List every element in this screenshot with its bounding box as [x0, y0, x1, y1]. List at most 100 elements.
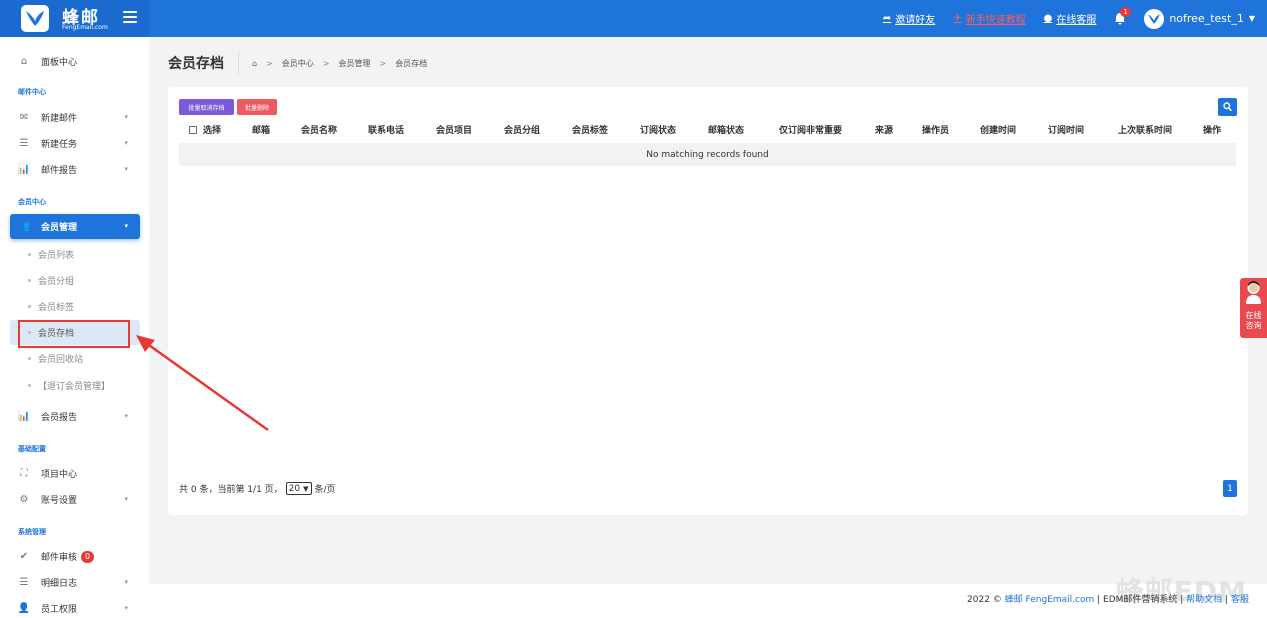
home-icon: ⌂: [20, 56, 28, 67]
sidebar-item-member-mgmt[interactable]: 👥 会员管理 ▾: [10, 214, 140, 239]
sidebar-item-detail-log[interactable]: ☰ 明细日志 ▾: [10, 570, 140, 595]
batch-unarchive-button[interactable]: 批量取消存档: [179, 99, 234, 115]
breadcrumb-item[interactable]: 会员管理: [338, 58, 370, 69]
username: nofree_test_1: [1169, 12, 1244, 25]
page-size-select[interactable]: 20 ▼: [285, 482, 312, 495]
gears-icon: ⚙: [19, 494, 29, 505]
agent-avatar-icon: [1246, 281, 1261, 304]
chevron-down-icon: ▾: [124, 113, 128, 121]
sidebar-item-new-task[interactable]: ☰ 新建任务 ▾: [10, 131, 140, 156]
page-number-button[interactable]: 1: [1223, 480, 1237, 497]
archive-card: 批量取消存档 批量删除 选择 邮箱 会员名称 联系电话 会员项目 会员分组 会员…: [168, 87, 1248, 515]
footer-help-link[interactable]: 帮助文档: [1186, 595, 1222, 605]
chart-icon: 📊: [17, 164, 31, 175]
top-bar: 蜂邮 FengEmail.com ➦ 邀请好友 ✈ 新手快速教程 ● 在线客服 1 n…: [0, 0, 1267, 37]
footer-text: 2022 © 蜂邮 FengEmail.com | EDM邮件营销系统 | 帮助…: [967, 595, 1249, 605]
column-header[interactable]: 仅订阅非常重要: [779, 123, 842, 136]
sidebar-sub-unsub-mgmt[interactable]: 【退订会员管理】: [28, 379, 110, 392]
chevron-down-icon: ▾: [124, 165, 128, 173]
column-header[interactable]: 操作员: [922, 123, 949, 136]
column-header[interactable]: 订阅时间: [1048, 123, 1084, 136]
highlight-box: [18, 320, 130, 348]
column-header[interactable]: 会员名称: [301, 123, 337, 136]
menu-toggle-icon[interactable]: [123, 11, 137, 23]
list-icon: ☰: [19, 577, 29, 588]
page-header: 会员存档 ⌂ > 会员中心 > 会员管理 > 会员存档: [168, 48, 427, 78]
sidebar-item-mail-review[interactable]: ✔ 邮件审核 0: [10, 544, 140, 569]
user-icon: ●: [1043, 13, 1053, 24]
column-header[interactable]: 操作: [1203, 123, 1221, 136]
select-all-checkbox[interactable]: [189, 126, 197, 134]
online-support-link[interactable]: ● 在线客服: [1044, 11, 1097, 26]
column-header[interactable]: 创建时间: [980, 123, 1016, 136]
notification-badge: 1: [1120, 7, 1131, 17]
chevron-down-icon: ▾: [124, 495, 128, 503]
pagination-info: 共 0 条，当前第 1/1 页， 20 ▼ 条/页: [179, 482, 336, 495]
user-menu[interactable]: nofree_test_1 ▼: [1144, 8, 1255, 29]
chevron-down-icon: ▾: [124, 604, 128, 612]
tutorial-link[interactable]: ✈ 新手快速教程: [953, 11, 1025, 26]
notification-bell-icon[interactable]: 1: [1114, 7, 1131, 25]
avatar: [1144, 8, 1165, 29]
sidebar-group-mail: 邮件中心: [18, 88, 46, 96]
list-icon: ☰: [19, 138, 29, 149]
column-header[interactable]: 联系电话: [368, 123, 404, 136]
select-all-header[interactable]: 选择: [189, 123, 221, 136]
sidebar-item-new-mail[interactable]: ✉ 新建邮件 ▾: [10, 105, 140, 130]
column-header[interactable]: 会员标签: [572, 123, 608, 136]
breadcrumb-item: 会员存档: [395, 58, 428, 68]
annotation-arrow-icon: [136, 335, 269, 432]
sidebar-sub-member-tag[interactable]: 会员标签: [28, 300, 74, 313]
footer-service-link[interactable]: 客服: [1231, 595, 1249, 605]
check-double-icon: ✔: [19, 551, 29, 562]
column-header[interactable]: 邮箱状态: [708, 123, 744, 136]
chart-icon: 📊: [17, 411, 31, 422]
sidebar-item-staff-perm[interactable]: 👤 员工权限 ▾: [10, 596, 140, 618]
breadcrumb-item[interactable]: 会员中心: [282, 58, 314, 69]
users-icon: 👥: [17, 221, 31, 232]
sitemap-icon: ⛶: [20, 468, 28, 479]
sidebar-item-dashboard[interactable]: ⌂ 面板中心: [10, 49, 140, 74]
column-header[interactable]: 会员分组: [504, 123, 540, 136]
column-header[interactable]: 邮箱: [252, 123, 270, 136]
caret-down-icon: ▼: [1248, 14, 1255, 23]
envelope-icon: ✉: [19, 112, 29, 123]
share-icon: ➦: [882, 13, 892, 24]
sidebar-item-mail-report[interactable]: 📊 邮件报告 ▾: [10, 157, 140, 182]
sidebar-group-config: 基础配置: [18, 445, 46, 453]
home-icon[interactable]: ⌂: [252, 59, 257, 68]
sidebar-sub-member-recycle[interactable]: 会员回收站: [28, 352, 83, 365]
sidebar-group-system: 系统管理: [18, 528, 46, 536]
chevron-down-icon: ▾: [124, 578, 128, 586]
search-icon: [1223, 102, 1232, 112]
sidebar-item-project-center[interactable]: ⛶ 项目中心: [10, 461, 140, 486]
sidebar-sub-member-list[interactable]: 会员列表: [28, 248, 74, 261]
table-empty-row: No matching records found: [179, 143, 1236, 166]
column-header[interactable]: 订阅状态: [640, 123, 676, 136]
consult-label: 在线 咨询: [1245, 311, 1262, 330]
footer: 蜂邮EDM 2022 © 蜂邮 FengEmail.com | EDM邮件营销系…: [149, 575, 1267, 618]
sidebar-sub-member-group[interactable]: 会员分组: [28, 274, 74, 287]
caret-down-icon: ▼: [303, 484, 309, 493]
online-consult-widget[interactable]: 在线 咨询: [1240, 278, 1267, 338]
logo-icon: [21, 5, 49, 32]
sidebar-item-account-settings[interactable]: ⚙ 账号设置 ▾: [10, 487, 140, 512]
column-header[interactable]: 来源: [875, 123, 893, 136]
chevron-down-icon: ▾: [124, 139, 128, 147]
user-group-icon: 👤: [17, 603, 31, 614]
brand-domain: FengEmail.com: [62, 24, 108, 31]
breadcrumb: ⌂ > 会员中心 > 会员管理 > 会员存档: [252, 58, 428, 69]
table-header: 选择 邮箱 会员名称 联系电话 会员项目 会员分组 会员标签 订阅状态 邮箱状态…: [179, 121, 1236, 138]
chevron-down-icon: ▾: [124, 412, 128, 420]
sidebar-item-member-report[interactable]: 📊 会员报告 ▾: [10, 404, 140, 429]
search-button[interactable]: [1218, 98, 1237, 116]
page-title: 会员存档: [168, 56, 224, 72]
column-header[interactable]: 上次联系时间: [1118, 123, 1172, 136]
footer-site-link[interactable]: 蜂邮 FengEmail.com: [1005, 595, 1095, 605]
column-header[interactable]: 会员项目: [436, 123, 472, 136]
invite-friends-link[interactable]: ➦ 邀请好友: [883, 11, 935, 26]
batch-delete-button[interactable]: 批量删除: [237, 99, 277, 115]
review-count-badge: 0: [81, 550, 95, 563]
rocket-icon: ✈: [953, 13, 962, 24]
chevron-down-icon: ▾: [124, 222, 128, 230]
